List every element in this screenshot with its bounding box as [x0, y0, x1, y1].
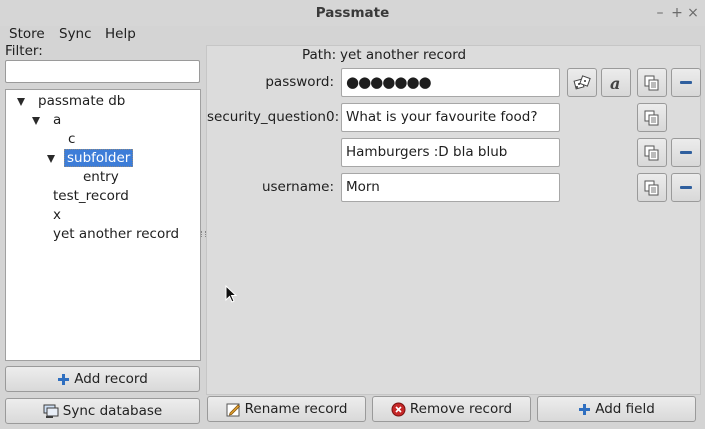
dice-icon: [573, 74, 591, 90]
tree-node-yet-another-record[interactable]: yet another record: [53, 226, 179, 242]
copy-icon: [644, 110, 659, 125]
minimize-button[interactable]: –: [653, 5, 667, 21]
copy-security-question-1-button[interactable]: [637, 103, 667, 132]
copy-icon: [644, 75, 659, 90]
menu-store[interactable]: Store: [9, 26, 45, 42]
password-label: password:: [265, 74, 334, 90]
expand-triangle-icon[interactable]: [17, 98, 25, 106]
security-question-label: security_question0:: [207, 109, 340, 125]
edit-icon: [226, 403, 240, 416]
record-tree[interactable]: passmate db a c subfolder entry test_rec…: [5, 89, 201, 361]
expand-triangle-icon[interactable]: [47, 155, 55, 163]
copy-security-question-2-button[interactable]: [637, 138, 667, 167]
menu-help[interactable]: Help: [105, 26, 136, 42]
maximize-button[interactable]: +: [670, 5, 684, 21]
generate-password-button[interactable]: [567, 68, 597, 97]
remove-record-button[interactable]: Remove record: [372, 396, 531, 422]
minus-icon: [680, 151, 692, 154]
tree-node-subfolder[interactable]: subfolder: [64, 149, 134, 167]
security-question-field-2[interactable]: Hamburgers :D bla blub: [341, 138, 560, 167]
remove-icon: [391, 402, 406, 416]
password-field[interactable]: ●●●●●●●: [341, 68, 560, 97]
copy-icon: [644, 145, 659, 160]
filter-label: Filter:: [5, 43, 43, 59]
rename-record-button[interactable]: Rename record: [207, 396, 366, 422]
path-value: yet another record: [340, 47, 467, 63]
remove-security-question-field-button[interactable]: [671, 138, 701, 167]
add-field-label: Add field: [595, 401, 655, 417]
security-question-field-1[interactable]: What is your favourite food?: [341, 103, 560, 132]
plus-icon: [579, 403, 591, 415]
filter-input[interactable]: [5, 60, 200, 83]
minus-icon: [680, 81, 692, 84]
remove-password-field-button[interactable]: [671, 68, 701, 97]
sync-icon: [43, 404, 59, 418]
path-label: Path:: [302, 47, 337, 63]
tree-node-test-record[interactable]: test_record: [53, 188, 129, 204]
add-field-button[interactable]: Add field: [537, 396, 696, 422]
plus-icon: [58, 373, 70, 385]
tree-node-c[interactable]: c: [68, 131, 75, 147]
tree-node-x[interactable]: x: [53, 207, 61, 223]
remove-username-field-button[interactable]: [671, 173, 701, 202]
copy-icon: [644, 180, 659, 195]
window-title: Passmate: [315, 5, 390, 21]
expand-triangle-icon[interactable]: [32, 117, 40, 125]
font-icon: a: [610, 74, 620, 92]
add-record-label: Add record: [74, 371, 148, 387]
copy-password-button[interactable]: [637, 68, 667, 97]
menu-sync[interactable]: Sync: [59, 26, 92, 42]
copy-username-button[interactable]: [637, 173, 667, 202]
sync-database-label: Sync database: [62, 403, 163, 419]
minus-icon: [680, 186, 692, 189]
username-field[interactable]: Morn: [341, 173, 560, 202]
close-button[interactable]: ×: [686, 5, 700, 21]
rename-record-label: Rename record: [244, 401, 348, 417]
tree-node-entry[interactable]: entry: [83, 169, 119, 185]
toggle-visibility-button[interactable]: a: [601, 68, 631, 97]
tree-node-root[interactable]: passmate db: [38, 93, 125, 109]
record-panel: [206, 45, 701, 395]
sync-database-button[interactable]: Sync database: [5, 398, 200, 424]
tree-node-a[interactable]: a: [53, 112, 61, 128]
add-record-button[interactable]: Add record: [5, 366, 200, 392]
remove-record-label: Remove record: [409, 401, 513, 417]
username-label: username:: [261, 179, 334, 195]
svg-text:a: a: [610, 74, 620, 92]
mouse-cursor-icon: [225, 285, 237, 303]
